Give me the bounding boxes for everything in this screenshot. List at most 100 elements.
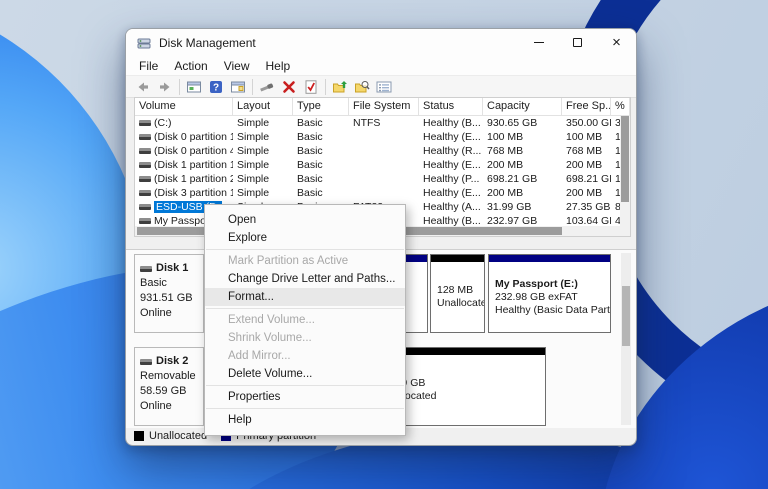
volume-cell: (Disk 0 partition 1) (135, 131, 233, 143)
column-header-capacity[interactable]: Capacity (483, 98, 562, 115)
volume-row[interactable]: (Disk 3 partition 1)SimpleBasicHealthy (… (135, 186, 630, 200)
volume-cell: (Disk 1 partition 1) (135, 159, 233, 171)
context-menu-item-properties[interactable]: Properties (205, 388, 405, 406)
volume-list-vertical-scrollbar[interactable] (620, 116, 630, 228)
disk-name: Disk 1 (140, 261, 203, 276)
volume-name: (Disk 1 partition 1) (154, 159, 233, 171)
context-menu-item-open[interactable]: Open (205, 211, 405, 229)
disk-icon (140, 359, 152, 365)
context-menu-item-change-drive-letter-and-paths[interactable]: Change Drive Letter and Paths... (205, 270, 405, 288)
menu-bar: FileActionViewHelp (126, 56, 636, 75)
volume-name: (C:) (154, 117, 172, 129)
volume-cell: Healthy (B... (419, 117, 483, 129)
context-menu-item-format[interactable]: Format... (205, 288, 405, 306)
legend-label: Unallocated (149, 430, 207, 442)
volume-cell: Healthy (E... (419, 131, 483, 143)
volume-row[interactable]: (Disk 0 partition 4)SimpleBasicHealthy (… (135, 144, 630, 158)
scrollbar-thumb[interactable] (622, 286, 630, 346)
toolbar-separator (252, 79, 253, 95)
column-header--[interactable]: % (611, 98, 630, 115)
drive-icon (139, 190, 151, 196)
volume-row[interactable]: (Disk 0 partition 1)SimpleBasicHealthy (… (135, 130, 630, 144)
drive-icon (139, 148, 151, 154)
partition-info-line: 232.98 GB exFAT (495, 291, 610, 304)
disk-icon (140, 266, 152, 272)
volume-cell: Simple (233, 117, 293, 129)
volume-cell: 698.21 GB (562, 173, 611, 185)
context-menu-separator (206, 308, 404, 309)
details-icon[interactable] (373, 77, 395, 97)
volume-name: (Disk 0 partition 1) (154, 131, 233, 143)
volume-cell: 200 MB (562, 187, 611, 199)
volume-cell: Simple (233, 173, 293, 185)
disk-status: Online (140, 306, 203, 321)
minimize-icon[interactable] (519, 29, 558, 56)
volume-cell: 930.65 GB (483, 117, 562, 129)
scrollbar-thumb[interactable] (621, 116, 629, 202)
open-folder-icon[interactable] (329, 77, 351, 97)
disk-kind: Basic (140, 276, 203, 291)
close-icon[interactable]: × (597, 29, 636, 56)
column-header-volume[interactable]: Volume (135, 98, 233, 115)
check-doc-icon[interactable] (300, 77, 322, 97)
context-menu: OpenExploreMark Partition as ActiveChang… (204, 204, 406, 436)
show-console-tree-icon[interactable] (183, 77, 205, 97)
context-menu-item-add-mirror: Add Mirror... (205, 347, 405, 365)
title-bar[interactable]: Disk Management × (126, 29, 636, 56)
volume-row[interactable]: (Disk 1 partition 1)SimpleBasicHealthy (… (135, 158, 630, 172)
volume-cell: 100 MB (483, 131, 562, 143)
delete-icon[interactable] (278, 77, 300, 97)
forward-icon[interactable] (154, 77, 176, 97)
volume-name: (Disk 3 partition 1) (154, 187, 233, 199)
partition-info-line: My Passport (E:) (495, 278, 610, 291)
svg-text:?: ? (213, 82, 219, 93)
volume-cell: Basic (293, 145, 349, 157)
menu-file[interactable]: File (131, 58, 166, 74)
context-menu-item-shrink-volume: Shrink Volume... (205, 329, 405, 347)
context-menu-item-help[interactable]: Help (205, 411, 405, 429)
menu-help[interactable]: Help (258, 58, 299, 74)
legend-item: Unallocated (134, 430, 207, 442)
maximize-icon[interactable] (558, 29, 597, 56)
volume-cell: 768 MB (483, 145, 562, 157)
toolbar-separator (325, 79, 326, 95)
volume-cell: Basic (293, 117, 349, 129)
volume-cell: Healthy (R... (419, 145, 483, 157)
help-icon[interactable]: ? (205, 77, 227, 97)
tool-icon[interactable] (256, 77, 278, 97)
volume-cell: 698.21 GB (483, 173, 562, 185)
context-menu-item-explore[interactable]: Explore (205, 229, 405, 247)
volume-cell: Simple (233, 187, 293, 199)
menu-action[interactable]: Action (166, 58, 215, 74)
menu-view[interactable]: View (216, 58, 258, 74)
back-icon[interactable] (132, 77, 154, 97)
volume-cell: 31.99 GB (483, 201, 562, 213)
volume-name: (Disk 1 partition 2) (154, 173, 233, 185)
explore-folder-icon[interactable] (351, 77, 373, 97)
volume-cell: Basic (293, 131, 349, 143)
volume-row[interactable]: (C:)SimpleBasicNTFSHealthy (B...930.65 G… (135, 116, 630, 130)
column-header-file-system[interactable]: File System (349, 98, 419, 115)
context-menu-item-delete-volume[interactable]: Delete Volume... (205, 365, 405, 383)
column-header-layout[interactable]: Layout (233, 98, 293, 115)
disk-label[interactable]: Disk 1Basic931.51 GBOnline (134, 254, 204, 333)
disk-management-window: Disk Management × FileActionViewHelp ? V… (125, 28, 637, 446)
disk-name: Disk 2 (140, 354, 203, 369)
drive-icon (139, 120, 151, 126)
partition[interactable]: 128 MBUnallocated (430, 254, 485, 333)
volume-row[interactable]: (Disk 1 partition 2)SimpleBasicHealthy (… (135, 172, 630, 186)
volume-cell: Healthy (A... (419, 201, 483, 213)
disk-kind: Removable (140, 369, 203, 384)
graphical-vertical-scrollbar[interactable] (621, 253, 631, 425)
disk-label[interactable]: Disk 2Removable58.59 GBOnline (134, 347, 204, 426)
volume-cell: Healthy (E... (419, 159, 483, 171)
column-header-status[interactable]: Status (419, 98, 483, 115)
volume-cell: 200 MB (483, 159, 562, 171)
volume-cell: Healthy (E... (419, 187, 483, 199)
show-action-pane-icon[interactable] (227, 77, 249, 97)
column-header-type[interactable]: Type (293, 98, 349, 115)
column-header-free-sp-[interactable]: Free Sp... (562, 98, 611, 115)
volume-name: (Disk 0 partition 4) (154, 145, 233, 157)
disk-management-app-icon (137, 36, 151, 50)
partition[interactable]: My Passport (E:)232.98 GB exFATHealthy (… (488, 254, 611, 333)
